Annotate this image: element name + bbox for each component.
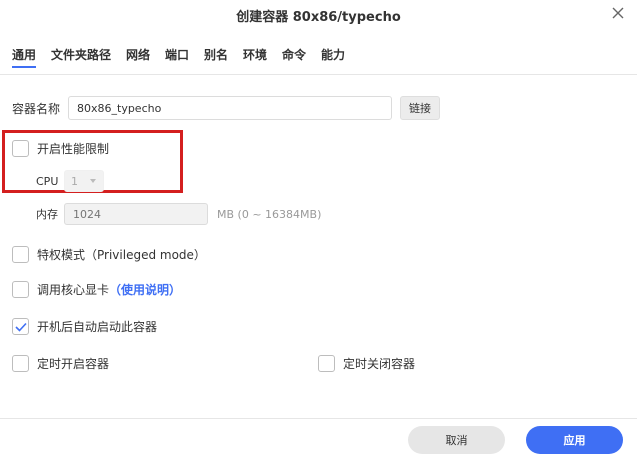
memory-hint: MB (0 ~ 16384MB)	[217, 207, 322, 221]
memory-input[interactable]	[64, 203, 208, 225]
memory-label: 内存	[36, 208, 58, 221]
tab-alias[interactable]: 别名	[204, 46, 228, 63]
perf-limit-checkbox[interactable]	[12, 140, 29, 157]
memory-row: 内存 MB (0 ~ 16384MB)	[36, 203, 321, 225]
cpu-label: CPU	[36, 174, 59, 188]
link-button[interactable]: 链接	[400, 96, 440, 120]
privileged-row: 特权模式（Privileged mode）	[12, 246, 206, 263]
cancel-button[interactable]: 取消	[408, 426, 505, 454]
tab-command[interactable]: 命令	[282, 46, 306, 63]
autostart-row: 开机后自动启动此容器	[12, 318, 157, 335]
privileged-label: 特权模式（Privileged mode）	[37, 248, 206, 262]
apply-button[interactable]: 应用	[526, 426, 623, 454]
check-icon	[14, 322, 27, 332]
tab-environment[interactable]: 环境	[243, 46, 267, 63]
gpu-label: 调用核心显卡	[37, 283, 110, 297]
privileged-checkbox[interactable]	[12, 246, 29, 263]
scheduled-start-row: 定时开启容器	[12, 355, 109, 372]
container-name-row: 容器名称 链接	[12, 96, 440, 120]
gpu-row: 调用核心显卡 （使用说明）	[12, 281, 181, 298]
scheduled-start-checkbox[interactable]	[12, 355, 29, 372]
tab-capabilities[interactable]: 能力	[321, 46, 345, 63]
tab-general[interactable]: 通用	[12, 46, 37, 68]
gpu-help-link[interactable]: （使用说明）	[109, 281, 181, 298]
cpu-select[interactable]: 1	[64, 170, 104, 192]
perf-limit-row: 开启性能限制	[12, 140, 109, 157]
dialog-title: 创建容器 80x86/typecho	[236, 10, 401, 25]
container-name-label: 容器名称	[12, 101, 61, 116]
scheduled-stop-row: 定时关闭容器	[318, 355, 415, 372]
cpu-row: CPU 1	[36, 170, 104, 192]
autostart-checkbox[interactable]	[12, 318, 29, 335]
tab-network[interactable]: 网络	[126, 46, 150, 63]
footer-divider	[0, 418, 637, 419]
caret-down-icon	[90, 179, 96, 183]
tab-folder-path[interactable]: 文件夹路径	[51, 46, 111, 63]
tab-ports[interactable]: 端口	[165, 46, 189, 63]
container-name-input[interactable]	[68, 96, 392, 120]
tab-bar: 通用 文件夹路径 网络 端口 别名 环境 命令 能力	[0, 40, 637, 75]
close-icon[interactable]	[609, 4, 627, 22]
scheduled-stop-checkbox[interactable]	[318, 355, 335, 372]
scheduled-start-label: 定时开启容器	[37, 357, 110, 371]
autostart-label: 开机后自动启动此容器	[37, 320, 158, 334]
dialog-header: 创建容器 80x86/typecho	[0, 0, 637, 28]
scheduled-stop-label: 定时关闭容器	[343, 357, 416, 371]
gpu-checkbox[interactable]	[12, 281, 29, 298]
cpu-value: 1	[71, 174, 78, 188]
perf-limit-label: 开启性能限制	[37, 142, 110, 156]
